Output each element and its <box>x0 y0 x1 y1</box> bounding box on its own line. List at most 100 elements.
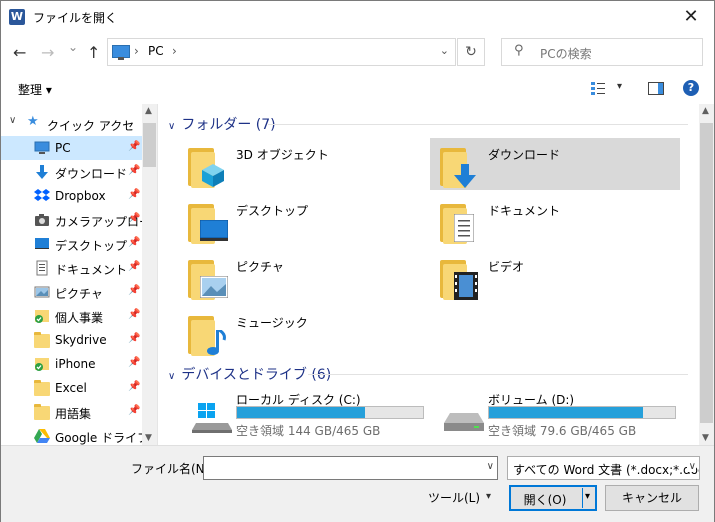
navigation-pane-scrollbar[interactable]: ▲ ▼ <box>142 104 157 445</box>
navigation-bar: ← → ⌄ ↑ › PC › ⌄ ↻ ⚲ PCの検索 <box>1 32 714 70</box>
folder-icon <box>34 380 50 396</box>
sidebar-item-label: iPhone <box>55 357 96 371</box>
breadcrumb-pc[interactable]: PC <box>148 44 164 58</box>
chevron-down-icon[interactable]: ∨ <box>686 461 696 472</box>
tools-button[interactable]: ツール(L) <box>428 489 480 506</box>
sidebar-item-google-drive[interactable]: Google ドライブ <box>1 424 149 445</box>
sidebar-item-downloads[interactable]: ダウンロード 📌 <box>1 160 142 184</box>
view-dropdown-icon[interactable]: ▾ <box>617 81 622 92</box>
change-view-icon[interactable] <box>591 81 605 95</box>
sidebar-item-documents[interactable]: ドキュメント 📌 <box>1 256 142 280</box>
breadcrumb-separator[interactable]: › <box>134 44 139 58</box>
folder-label: ピクチャ <box>236 260 284 274</box>
downloads-folder-icon <box>440 148 480 188</box>
open-button[interactable]: 開く(O) ▾ <box>509 485 597 511</box>
up-button[interactable]: ↑ <box>87 43 100 62</box>
pictures-folder-icon <box>188 260 228 300</box>
close-button[interactable]: ✕ <box>668 1 714 32</box>
help-icon[interactable]: ? <box>683 80 699 96</box>
sidebar-item-skydrive[interactable]: Skydrive 📌 <box>1 328 142 352</box>
documents-icon <box>36 260 48 276</box>
folder-label: 3D オブジェクト <box>236 148 329 162</box>
drive-d-tile[interactable]: ボリューム (D:) 空き領域 79.6 GB/465 GB <box>430 391 680 441</box>
folder-tile[interactable]: ビデオ <box>430 250 680 302</box>
drive-free-space: 空き領域 79.6 GB/465 GB <box>488 424 637 438</box>
drive-c-tile[interactable]: ローカル ディスク (C:) 空き領域 144 GB/465 GB <box>178 391 428 441</box>
folder-tile[interactable]: デスクトップ <box>178 194 428 246</box>
folder-label: ダウンロード <box>488 148 561 162</box>
scroll-down-icon[interactable]: ▼ <box>702 433 709 443</box>
scroll-up-icon[interactable]: ▲ <box>702 106 709 116</box>
sidebar-item-dropbox[interactable]: Dropbox 📌 <box>1 184 142 208</box>
organize-button[interactable]: 整理 ▾ <box>18 81 52 98</box>
chevron-down-icon[interactable]: ∨ <box>168 121 175 132</box>
google-drive-icon <box>34 429 50 443</box>
sidebar-item-pictures[interactable]: ピクチャ 📌 <box>1 280 142 304</box>
sidebar-item-label: 個人事業 <box>55 311 104 325</box>
pin-icon: 📌 <box>128 213 141 224</box>
back-button[interactable]: ← <box>13 43 26 62</box>
pictures-icon <box>34 286 50 298</box>
pin-icon: 📌 <box>128 357 141 368</box>
music-folder-icon <box>188 316 228 356</box>
videos-folder-icon <box>440 260 480 300</box>
filename-combobox[interactable]: ∨ <box>203 456 498 480</box>
chevron-down-icon[interactable]: ∨ <box>487 461 494 472</box>
filename-label: ファイル名(N): <box>131 462 214 476</box>
folder-tile[interactable]: ピクチャ <box>178 250 428 302</box>
folder-tile[interactable]: ミュージック <box>178 306 428 358</box>
hard-drive-icon <box>444 413 484 431</box>
synced-folder-icon <box>35 358 49 371</box>
pc-icon <box>34 141 50 154</box>
scroll-up-icon[interactable]: ▲ <box>145 106 152 116</box>
filename-input[interactable] <box>208 459 482 479</box>
folders-group-header[interactable]: ∨ フォルダー (7) <box>168 114 276 134</box>
folder-tile[interactable]: ドキュメント <box>430 194 680 246</box>
sidebar-item-pc[interactable]: PC 📌 <box>1 136 142 160</box>
scroll-thumb[interactable] <box>143 123 156 167</box>
breadcrumb-separator[interactable]: › <box>172 44 177 58</box>
scroll-thumb[interactable] <box>700 123 713 423</box>
pin-icon: 📌 <box>128 333 141 344</box>
folder-label: デスクトップ <box>236 204 309 218</box>
recent-locations-button[interactable]: ⌄ <box>68 40 78 54</box>
open-dropdown-icon[interactable]: ▾ <box>585 491 590 502</box>
chevron-down-icon[interactable]: ∨ <box>9 115 16 126</box>
search-box[interactable]: ⚲ PCの検索 <box>501 38 703 66</box>
sidebar-item-iphone[interactable]: iPhone 📌 <box>1 352 142 376</box>
cancel-button[interactable]: キャンセル <box>605 485 699 511</box>
sidebar-item-desktop[interactable]: デスクトップ 📌 <box>1 232 142 256</box>
folder-tile[interactable]: 3D オブジェクト <box>178 138 428 190</box>
sidebar-item-kojin-jigyo[interactable]: 個人事業 📌 <box>1 304 142 328</box>
chevron-down-icon[interactable]: ∨ <box>168 371 175 382</box>
sidebar-item-camera-uploads[interactable]: カメラアップロー 📌 <box>1 208 151 232</box>
preview-pane-icon[interactable] <box>648 82 664 95</box>
file-type-filter[interactable]: すべての Word 文書 (*.docx;*.docm;*.dotx) ∨ <box>507 456 700 480</box>
refresh-button[interactable]: ↻ <box>457 38 485 66</box>
sidebar-item-label: ピクチャ <box>55 287 103 301</box>
file-open-dialog: W ファイルを開く ✕ ← → ⌄ ↑ › PC › ⌄ ↻ ⚲ PCの検索 整… <box>0 0 715 522</box>
sidebar-item-label: Dropbox <box>55 189 106 203</box>
drive-usage-fill <box>489 407 644 418</box>
pin-icon: 📌 <box>128 285 141 296</box>
sidebar-item-label: 用語集 <box>55 407 92 421</box>
download-icon <box>36 165 48 179</box>
sidebar-item-label: Skydrive <box>55 333 107 347</box>
scroll-down-icon[interactable]: ▼ <box>145 433 152 443</box>
search-placeholder: PCの検索 <box>540 47 592 61</box>
file-list-scrollbar[interactable]: ▲ ▼ <box>699 104 714 445</box>
folder-tile-selected[interactable]: ダウンロード <box>430 138 680 190</box>
forward-button[interactable]: → <box>41 43 54 62</box>
sidebar-item-glossary[interactable]: 用語集 📌 <box>1 400 142 424</box>
folder-label: ドキュメント <box>488 204 561 218</box>
drives-group-header[interactable]: ∨ デバイスとドライブ (6) <box>168 364 331 384</box>
pin-icon: 📌 <box>128 261 141 272</box>
tools-dropdown-icon[interactable]: ▾ <box>486 491 491 502</box>
address-dropdown-icon[interactable]: ⌄ <box>440 44 449 57</box>
address-bar[interactable]: › PC › ⌄ <box>107 38 456 66</box>
drive-usage-bar <box>488 406 676 419</box>
sidebar-quick-access[interactable]: ∨ ★ クイック アクセス <box>1 112 142 150</box>
pin-icon: 📌 <box>128 165 141 176</box>
pin-icon: 📌 <box>128 405 141 416</box>
sidebar-item-excel[interactable]: Excel 📌 <box>1 376 142 400</box>
